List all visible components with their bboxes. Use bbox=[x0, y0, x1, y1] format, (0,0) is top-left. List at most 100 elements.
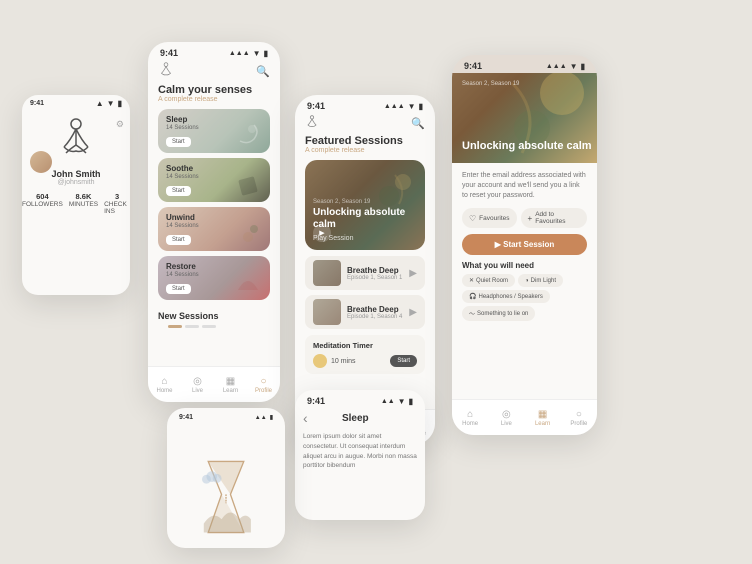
status-icons-profile: ▲ ▼ ▮ bbox=[96, 99, 122, 108]
sleep-deco bbox=[232, 121, 262, 149]
timer-row: 10 mins Start bbox=[313, 354, 417, 368]
status-icons-sleep: ▲▲ ▼ ▮ bbox=[381, 397, 413, 406]
signal-icon: ▲ bbox=[96, 99, 104, 108]
restore-count: 14 Sessions bbox=[166, 272, 199, 278]
soothe-start-button[interactable]: Start bbox=[166, 186, 191, 196]
signal-featured-icon: ▲▲▲ bbox=[384, 103, 405, 110]
status-bar-calm: 9:41 ▲▲▲ ▼ ▮ bbox=[148, 42, 280, 60]
nav-profile-unlock[interactable]: ○ Profile bbox=[561, 400, 597, 435]
profile-handle: @johnsmith bbox=[57, 179, 94, 186]
search-icon-calm[interactable]: 🔍 bbox=[256, 65, 270, 78]
breathe-play-icon-1[interactable]: ▶ bbox=[409, 268, 417, 279]
nav-profile-calm[interactable]: ○ Profile bbox=[247, 367, 280, 402]
breathe-sub-2: Episode 1, Season 4 bbox=[347, 314, 403, 320]
nav-learn-unlock[interactable]: ▦ Learn bbox=[525, 400, 561, 435]
featured-title-area: Featured Sessions A complete release bbox=[295, 135, 435, 160]
featured-hero-card[interactable]: Season 2, Season 19 Unlocking absolute c… bbox=[305, 160, 425, 250]
breathe-info-2: Breathe Deep Episode 1, Season 4 bbox=[347, 305, 403, 320]
timer-label: Meditation Timer bbox=[313, 341, 417, 350]
sleep-label: Sleep bbox=[166, 115, 187, 124]
lie-on-icon: 〜 bbox=[469, 309, 475, 318]
restore-label: Restore bbox=[166, 262, 196, 271]
status-bar-unlock: 9:41 ▲▲▲ ▼ ▮ bbox=[452, 55, 597, 73]
search-icon-featured[interactable]: 🔍 bbox=[411, 117, 425, 130]
restore-start-button[interactable]: Start bbox=[166, 284, 191, 294]
sleep-start-button[interactable]: Start bbox=[166, 137, 191, 147]
time-profile: 9:41 bbox=[30, 100, 44, 107]
play-button[interactable]: ▶ bbox=[313, 224, 331, 242]
calm-title: Calm your senses bbox=[158, 84, 270, 96]
breathe-card-1[interactable]: Breathe Deep Episode 1, Season 1 ▶ bbox=[305, 256, 425, 290]
wifi-calm-icon: ▼ bbox=[253, 49, 261, 58]
phone-calm-senses: 9:41 ▲▲▲ ▼ ▮ 🔍 Calm your senses A comple… bbox=[148, 42, 280, 402]
nav-home-calm[interactable]: ⌂ Home bbox=[148, 367, 181, 402]
breathe-info-1: Breathe Deep Episode 1, Season 1 bbox=[347, 266, 403, 281]
action-row: ♡ Favourites + Add to Favourites bbox=[462, 208, 587, 228]
sleep-description: Lorem ipsum dolor sit amet consectetur. … bbox=[295, 428, 425, 475]
breathe-sub-1: Episode 1, Season 1 bbox=[347, 275, 403, 281]
unwind-start-button[interactable]: Start bbox=[166, 235, 191, 245]
stat-checkins: 3 CHECK INS bbox=[104, 192, 130, 215]
timer-value: 10 mins bbox=[331, 358, 386, 365]
battery-calm-icon: ▮ bbox=[264, 49, 268, 58]
nav-live-unlock[interactable]: ◎ Live bbox=[488, 400, 524, 435]
time-hourglass: 9:41 bbox=[179, 414, 193, 421]
timer-section: Meditation Timer 10 mins Start bbox=[305, 335, 425, 374]
session-card-unwind[interactable]: Unwind 14 Sessions Start bbox=[158, 207, 270, 251]
new-sessions-title: New Sessions bbox=[158, 311, 270, 321]
favourites-chip[interactable]: ♡ Favourites bbox=[462, 208, 517, 228]
plus-icon: + bbox=[528, 214, 533, 223]
back-icon-sleep[interactable]: ‹ bbox=[303, 410, 308, 426]
status-icons-featured: ▲▲▲ ▼ ▮ bbox=[384, 102, 423, 111]
requirements-chips: ✕ Quiet Room ◑ Dim Light 🎧 Headphones / … bbox=[462, 274, 587, 321]
headphones-icon: 🎧 bbox=[469, 293, 476, 300]
req-headphones: 🎧 Headphones / Speakers bbox=[462, 290, 550, 303]
wifi-unlock-icon: ▼ bbox=[570, 62, 578, 71]
featured-header: 🔍 bbox=[295, 113, 435, 135]
requirements-title: What you will need bbox=[462, 261, 587, 270]
restore-deco bbox=[234, 268, 262, 296]
nav-learn-calm[interactable]: ▦ Learn bbox=[214, 367, 247, 402]
unwind-deco bbox=[234, 219, 262, 247]
wifi-icon: ▼ bbox=[107, 99, 115, 108]
calm-subtitle: A complete release bbox=[158, 96, 270, 103]
phone-unlock-detail: 9:41 ▲▲▲ ▼ ▮ Season 2, Season 19 Unlocki… bbox=[452, 55, 597, 435]
breathe-thumb-1 bbox=[313, 260, 341, 286]
time-unlock: 9:41 bbox=[464, 61, 482, 71]
nav-home-unlock[interactable]: ⌂ Home bbox=[452, 400, 488, 435]
unwind-label: Unwind bbox=[166, 213, 195, 222]
featured-subtitle: A complete release bbox=[305, 147, 425, 154]
nav-live-calm[interactable]: ◎ Live bbox=[181, 367, 214, 402]
heart-icon: ♡ bbox=[469, 214, 476, 223]
session-card-sleep[interactable]: Sleep 14 Sessions Start bbox=[158, 109, 270, 153]
status-icons-unlock: ▲▲▲ ▼ ▮ bbox=[546, 62, 585, 71]
status-icons-hourglass: ▲▲ ▮ bbox=[255, 414, 273, 421]
unlock-content: Enter the email address associated with … bbox=[452, 163, 597, 329]
start-timer-button[interactable]: Start bbox=[390, 355, 417, 367]
battery-unlock-icon: ▮ bbox=[581, 62, 585, 71]
signal-hourglass-icon: ▲▲ bbox=[255, 415, 267, 421]
calm-title-section: Calm your senses A complete release bbox=[148, 84, 280, 109]
featured-title: Featured Sessions bbox=[305, 135, 425, 147]
session-card-soothe[interactable]: Soothe 14 Sessions Start bbox=[158, 158, 270, 202]
start-session-button[interactable]: ▶ Start Session bbox=[462, 234, 587, 255]
add-favourites-chip[interactable]: + Add to Favourites bbox=[521, 208, 587, 228]
profile-settings-icon[interactable]: ⚙ bbox=[116, 119, 124, 130]
session-card-restore[interactable]: Restore 14 Sessions Start bbox=[158, 256, 270, 300]
wifi-sleep-icon: ▼ bbox=[398, 397, 406, 406]
featured-logo bbox=[305, 115, 319, 131]
battery-featured-icon: ▮ bbox=[419, 102, 423, 111]
battery-sleep-icon: ▮ bbox=[409, 397, 413, 406]
learn-icon: ▦ bbox=[226, 376, 235, 387]
soothe-count: 14 Sessions bbox=[166, 174, 199, 180]
status-bar-featured: 9:41 ▲▲▲ ▼ ▮ bbox=[295, 95, 435, 113]
battery-hourglass-icon: ▮ bbox=[270, 414, 273, 421]
status-bar-profile: 9:41 ▲ ▼ ▮ bbox=[22, 95, 130, 109]
dim-icon: ◑ bbox=[525, 278, 529, 284]
breathe-play-icon-2[interactable]: ▶ bbox=[409, 307, 417, 318]
breathe-card-2[interactable]: Breathe Deep Episode 1, Season 4 ▶ bbox=[305, 295, 425, 329]
signal-unlock-icon: ▲▲▲ bbox=[546, 63, 567, 70]
live-icon-u: ◎ bbox=[502, 409, 511, 420]
phone-hourglass: 9:41 ▲▲ ▮ bbox=[167, 408, 285, 548]
live-icon: ◎ bbox=[193, 376, 202, 387]
